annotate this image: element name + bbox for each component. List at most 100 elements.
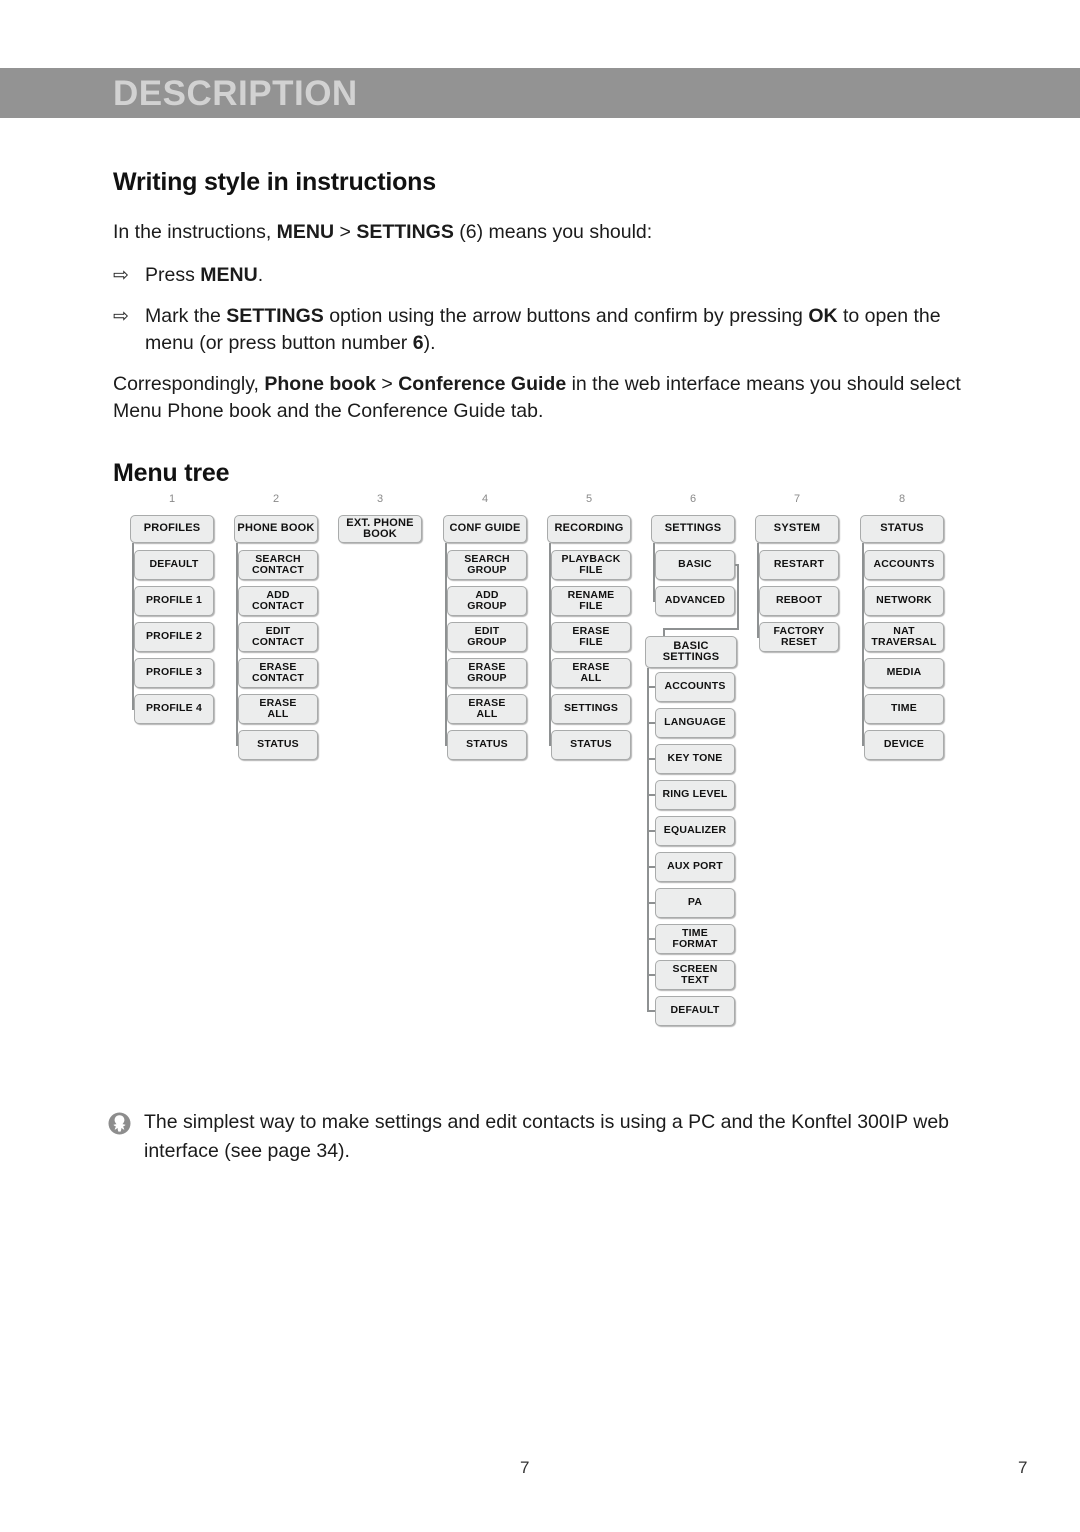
intro-bold-menu: MENU: [276, 221, 335, 243]
tree-node-conf-guide-edit-group[interactable]: EDIT GROUP: [447, 622, 527, 652]
bullet2-bold-six: 6: [412, 332, 424, 354]
tree-node-settings-advanced[interactable]: ADVANCED: [655, 586, 735, 616]
bullet2-bold-ok: OK: [808, 305, 838, 327]
tree-node-basic-settings-ring-level[interactable]: RING LEVEL: [655, 780, 735, 810]
tree-node-phone-book-search-contact[interactable]: SEARCH CONTACT: [238, 550, 318, 580]
tree-column-number-8: 8: [898, 493, 906, 505]
arrow-right-icon: ⇨: [113, 265, 129, 286]
bullet1-bold-menu: MENU: [200, 264, 258, 286]
note-text: The simplest way to make settings and ed…: [144, 1111, 950, 1162]
tree-node-basic-settings-pa[interactable]: PA: [655, 888, 735, 918]
tree-node-recording-status[interactable]: STATUS: [551, 730, 631, 760]
bullet-item-mark-settings: ⇨ Mark the SETTINGS option using the arr…: [113, 303, 973, 357]
main-content: Writing style in instructions In the ins…: [113, 168, 973, 488]
tree-column-number-1: 1: [168, 493, 176, 505]
note-block: The simplest way to make settings and ed…: [108, 1108, 968, 1166]
tree-node-recording-playback-file[interactable]: PLAYBACK FILE: [551, 550, 631, 580]
tree-root-system[interactable]: SYSTEM: [755, 515, 839, 543]
tree-column-number-2: 2: [272, 493, 280, 505]
tree-node-conf-guide-add-group[interactable]: ADD GROUP: [447, 586, 527, 616]
tree-node-basic-settings-language[interactable]: LANGUAGE: [655, 708, 735, 738]
tree-root-conf-guide[interactable]: CONF GUIDE: [443, 515, 527, 543]
bullet2-bold-settings: SETTINGS: [226, 305, 324, 327]
section-heading-writing-style: Writing style in instructions: [113, 168, 436, 196]
intro-paragraph: In the instructions, MENU > SETTINGS (6)…: [113, 219, 973, 246]
tree-column-number-3: 3: [376, 493, 384, 505]
tree-root-ext-phone-book[interactable]: EXT. PHONE BOOK: [338, 515, 422, 543]
arrow-right-icon: ⇨: [113, 306, 129, 327]
tree-root-settings[interactable]: SETTINGS: [651, 515, 735, 543]
bullet1-text-2: .: [257, 264, 264, 286]
page-number-right: 7: [1018, 1458, 1028, 1477]
tree-node-recording-erase-all[interactable]: ERASE ALL: [551, 658, 631, 688]
tree-node-phone-book-add-contact[interactable]: ADD CONTACT: [238, 586, 318, 616]
tree-node-profiles-profile-2[interactable]: PROFILE 2: [134, 622, 214, 652]
tree-node-status-accounts[interactable]: ACCOUNTS: [864, 550, 944, 580]
bullet2-text-4: ).: [423, 332, 436, 354]
tree-elbow-drop: [663, 628, 665, 636]
tree-node-recording-rename-file[interactable]: RENAME FILE: [551, 586, 631, 616]
tree-node-basic-settings-accounts[interactable]: ACCOUNTS: [655, 672, 735, 702]
tree-node-basic-settings-equalizer[interactable]: EQUALIZER: [655, 816, 735, 846]
tree-node-system-reboot[interactable]: REBOOT: [759, 586, 839, 616]
tree-node-conf-guide-status[interactable]: STATUS: [447, 730, 527, 760]
tree-node-conf-guide-erase-group[interactable]: ERASE GROUP: [447, 658, 527, 688]
tree-node-profiles-profile-3[interactable]: PROFILE 3: [134, 658, 214, 688]
closing-bold-conference-guide: Conference Guide: [398, 373, 567, 395]
tree-node-basic-settings-time-format[interactable]: TIME FORMAT: [655, 924, 735, 954]
bullet2-text-2: option using the arrow buttons and confi…: [323, 305, 809, 327]
bullet2-text-1: Mark the: [145, 305, 227, 327]
tree-node-settings-basic[interactable]: BASIC: [655, 550, 735, 580]
tree-root-recording[interactable]: RECORDING: [547, 515, 631, 543]
tree-column-number-7: 7: [793, 493, 801, 505]
tree-node-system-restart[interactable]: RESTART: [759, 550, 839, 580]
section-heading-menu-tree: Menu tree: [113, 459, 230, 487]
bullet1-text-1: Press: [145, 264, 201, 286]
tree-node-conf-guide-search-group[interactable]: SEARCH GROUP: [447, 550, 527, 580]
tree-node-status-media[interactable]: MEDIA: [864, 658, 944, 688]
tree-node-profiles-default[interactable]: DEFAULT: [134, 550, 214, 580]
tree-node-phone-book-edit-contact[interactable]: EDIT CONTACT: [238, 622, 318, 652]
tree-root-profiles[interactable]: PROFILES: [130, 515, 214, 543]
menu-tree-diagram: 1 PROFILES DEFAULT PROFILE 1 PROFILE 2 PROFIL…: [130, 492, 960, 1052]
tree-node-recording-erase-file[interactable]: ERASE FILE: [551, 622, 631, 652]
tree-node-phone-book-erase-contact[interactable]: ERASE CONTACT: [238, 658, 318, 688]
tree-node-phone-book-erase-all[interactable]: ERASE ALL: [238, 694, 318, 724]
intro-text-1: In the instructions,: [113, 221, 277, 243]
tree-column-number-4: 4: [481, 493, 489, 505]
tree-node-phone-book-status[interactable]: STATUS: [238, 730, 318, 760]
page-title: DESCRIPTION: [113, 74, 358, 113]
bullet-text-press-menu: Press MENU.: [145, 262, 973, 289]
tree-node-basic-settings-default[interactable]: DEFAULT: [655, 996, 735, 1026]
tree-node-basic-settings-aux-port[interactable]: AUX PORT: [655, 852, 735, 882]
tree-node-status-nat-traversal[interactable]: NAT TRAVERSAL: [864, 622, 944, 652]
tree-node-profiles-profile-4[interactable]: PROFILE 4: [134, 694, 214, 724]
tree-node-recording-settings[interactable]: SETTINGS: [551, 694, 631, 724]
tree-node-status-time[interactable]: TIME: [864, 694, 944, 724]
tree-node-profiles-profile-1[interactable]: PROFILE 1: [134, 586, 214, 616]
bullet-text-mark-settings: Mark the SETTINGS option using the arrow…: [145, 303, 973, 357]
tree-spine-basic-settings: [647, 668, 649, 1011]
tree-subroot-basic-settings[interactable]: BASIC SETTINGS: [645, 636, 737, 668]
page-number-center: 7: [520, 1458, 530, 1477]
closing-text-2: >: [375, 373, 399, 395]
tree-elbow-vertical: [737, 565, 739, 628]
tree-elbow-horizontal: [663, 628, 739, 630]
tree-node-status-device[interactable]: DEVICE: [864, 730, 944, 760]
intro-text-2: >: [334, 221, 357, 243]
tree-root-status[interactable]: STATUS: [860, 515, 944, 543]
closing-text-1: Correspondingly,: [113, 373, 265, 395]
tree-column-number-6: 6: [689, 493, 697, 505]
intro-text-3: (6) means you should:: [453, 221, 653, 243]
tree-node-basic-settings-screen-text[interactable]: SCREEN TEXT: [655, 960, 735, 990]
tree-node-system-factory-reset[interactable]: FACTORY RESET: [759, 622, 839, 652]
tree-node-conf-guide-erase-all[interactable]: ERASE ALL: [447, 694, 527, 724]
info-star-icon: [108, 1108, 144, 1140]
tree-node-basic-settings-key-tone[interactable]: KEY TONE: [655, 744, 735, 774]
bullet-item-press-menu: ⇨ Press MENU.: [113, 262, 973, 289]
tree-root-phone-book[interactable]: PHONE BOOK: [234, 515, 318, 543]
intro-bold-settings: SETTINGS: [356, 221, 454, 243]
tree-column-number-5: 5: [585, 493, 593, 505]
closing-paragraph: Correspondingly, Phone book > Conference…: [113, 371, 973, 425]
tree-node-status-network[interactable]: NETWORK: [864, 586, 944, 616]
